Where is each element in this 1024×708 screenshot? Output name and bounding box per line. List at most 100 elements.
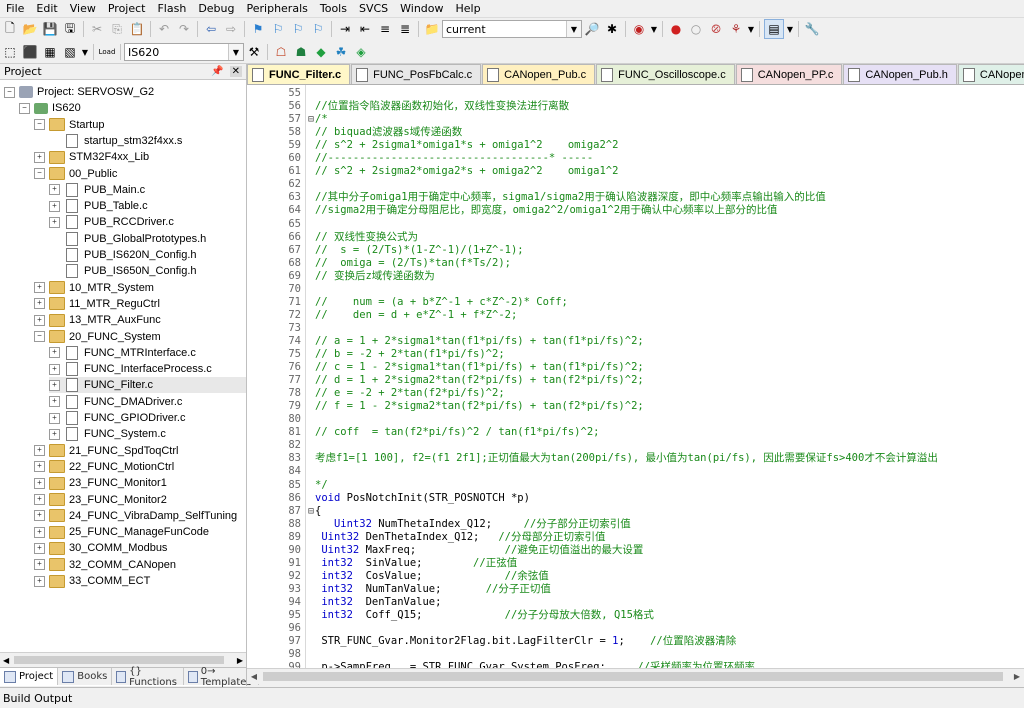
tree-item[interactable]: + FUNC_Filter.c [49, 377, 246, 394]
expand-icon[interactable]: + [34, 461, 45, 473]
tree-item[interactable]: − 00_Public [34, 166, 117, 182]
editor-tab[interactable]: FUNC_Oscilloscope.c [596, 64, 735, 84]
scroll-right-icon[interactable]: ▶ [237, 656, 246, 665]
tree-item[interactable]: +10_MTR_System [34, 280, 154, 296]
expand-icon[interactable]: + [34, 445, 45, 457]
tree-item[interactable]: +24_FUNC_VibraDamp_SelfTuning [34, 508, 237, 524]
expand-icon[interactable]: + [49, 216, 60, 228]
menu-peripherals[interactable]: Peripherals [241, 0, 314, 17]
scroll-left-icon[interactable]: ◀ [0, 656, 9, 665]
scroll-left-icon[interactable]: ◀ [247, 669, 261, 684]
breakpoint-icon[interactable]: ● [667, 20, 685, 38]
configure-icon[interactable]: 🔧 [803, 20, 821, 38]
undo-icon[interactable]: ↶ [155, 20, 173, 38]
new-file-icon[interactable]: 🗋 [1, 20, 19, 38]
uncomment-icon[interactable]: ≣ [396, 20, 414, 38]
collapse-icon[interactable]: − [19, 102, 30, 114]
expand-icon[interactable]: + [49, 363, 60, 375]
breakpoint-kill-icon[interactable]: ⚘ [727, 20, 745, 38]
scrollbar-thumb[interactable] [14, 656, 224, 664]
menu-edit[interactable]: Edit [30, 0, 63, 17]
tree-item[interactable]: + FUNC_System.c [49, 426, 166, 442]
code-area[interactable]: 55 56 //位置指令陷波器函数初始化，双线性变换法进行离散 57 ⊟/* 58 // b… [247, 85, 1024, 668]
expand-icon[interactable]: + [34, 477, 45, 489]
chevron-down-icon[interactable]: ▼ [566, 21, 581, 37]
indent-icon[interactable]: ⇥ [336, 20, 354, 38]
target-options-icon[interactable]: ⚒ [245, 43, 263, 61]
load-download-button[interactable]: Load [98, 43, 116, 61]
build-icon[interactable]: ⬛ [21, 43, 39, 61]
manage-components-icon[interactable]: ☗ [292, 43, 310, 61]
expand-icon[interactable]: + [34, 282, 45, 294]
tree-item[interactable]: + FUNC_MTRInterface.c [49, 345, 196, 361]
chevron-down-icon[interactable]: ▼ [650, 20, 658, 38]
tree-item[interactable]: + FUNC_GPIODriver.c [49, 410, 185, 426]
batch-build-icon[interactable]: ▧ [61, 43, 79, 61]
expand-icon[interactable]: + [34, 314, 45, 326]
run-time-env-icon[interactable]: ◆ [312, 43, 330, 61]
nav-forward-icon[interactable]: ⇨ [222, 20, 240, 38]
tree-item[interactable]: +11_MTR_ReguCtrl [34, 296, 160, 312]
menu-help[interactable]: Help [450, 0, 487, 17]
expand-icon[interactable]: + [34, 510, 45, 522]
search-combo[interactable]: current ▼ [442, 20, 582, 38]
open-folder-icon[interactable]: 📂 [21, 20, 39, 38]
tree-item[interactable]: PUB_GlobalPrototypes.h [49, 231, 206, 247]
menu-flash[interactable]: Flash [151, 0, 192, 17]
copy-icon[interactable]: ⎘ [108, 20, 126, 38]
menu-tools[interactable]: Tools [314, 0, 353, 17]
collapse-icon[interactable]: − [34, 119, 45, 131]
window-layout-icon[interactable]: ▤ [764, 19, 784, 39]
nav-back-icon[interactable]: ⇦ [202, 20, 220, 38]
incremental-find-icon[interactable]: ✱ [603, 20, 621, 38]
breakpoint-clear-icon[interactable]: ⦼ [707, 20, 725, 38]
translate-icon[interactable]: ⬚ [1, 43, 19, 61]
expand-icon[interactable]: + [49, 428, 60, 440]
editor-tab[interactable]: CANopen_PP.c [735, 64, 843, 84]
pin-icon[interactable]: 📌 [211, 66, 223, 77]
menu-view[interactable]: View [64, 0, 102, 17]
bookmark-icon[interactable]: ⚑ [249, 20, 267, 38]
expand-icon[interactable]: + [49, 200, 60, 212]
tree-item[interactable]: + FUNC_InterfaceProcess.c [49, 361, 212, 377]
chevron-down-icon[interactable]: ▼ [786, 20, 794, 38]
chevron-down-icon[interactable]: ▼ [228, 44, 243, 60]
editor-tab[interactable]: FUNC_Filter.c [247, 64, 351, 84]
expand-icon[interactable]: + [34, 151, 45, 163]
find-in-files-icon[interactable]: 📁 [423, 20, 441, 38]
bookmark-next-icon[interactable]: ⚐ [289, 20, 307, 38]
editor-tab[interactable]: FUNC_PosFbCalc.c [351, 64, 482, 84]
tree-item[interactable]: + PUB_Table.c [49, 198, 148, 214]
expand-icon[interactable]: + [34, 526, 45, 538]
menu-debug[interactable]: Debug [192, 0, 240, 17]
redo-icon[interactable]: ↷ [175, 20, 193, 38]
tree-item[interactable]: startup_stm32f4xx.s [49, 133, 182, 149]
pane-tab-0[interactable]: Project [0, 668, 59, 685]
debug-start-icon[interactable]: ◉ [630, 20, 648, 38]
menu-file[interactable]: File [0, 0, 30, 17]
tree-item[interactable]: +32_COMM_CANopen [34, 557, 176, 573]
save-all-icon[interactable]: 🖫 [61, 20, 79, 38]
collapse-icon[interactable]: − [4, 86, 15, 98]
tree-item[interactable]: +23_FUNC_Monitor1 [34, 475, 167, 491]
expand-icon[interactable]: + [34, 575, 45, 587]
collapse-icon[interactable]: − [34, 168, 45, 179]
collapse-icon[interactable]: − [34, 331, 45, 342]
tree-item[interactable]: − Startup [34, 117, 104, 133]
cut-icon[interactable]: ✂ [88, 20, 106, 38]
rebuild-icon[interactable]: ▦ [41, 43, 59, 61]
target-select[interactable]: IS620 ▼ [124, 43, 244, 61]
pack-installer-icon[interactable]: ◈ [352, 43, 370, 61]
chevron-down-icon[interactable]: ▼ [81, 43, 89, 61]
unindent-icon[interactable]: ⇤ [356, 20, 374, 38]
close-icon[interactable]: ✕ [229, 66, 242, 77]
select-packs-icon[interactable]: ☘ [332, 43, 350, 61]
editor-horizontal-scrollbar[interactable]: ◀ ▶ [247, 668, 1024, 684]
expand-icon[interactable]: + [49, 412, 60, 424]
chevron-down-icon[interactable]: ▼ [747, 20, 755, 38]
scroll-right-icon[interactable]: ▶ [1010, 669, 1024, 684]
find-icon[interactable]: 🔎 [583, 20, 601, 38]
menu-window[interactable]: Window [394, 0, 449, 17]
tree-item[interactable]: + PUB_RCCDriver.c [49, 214, 174, 230]
menu-project[interactable]: Project [102, 0, 152, 17]
